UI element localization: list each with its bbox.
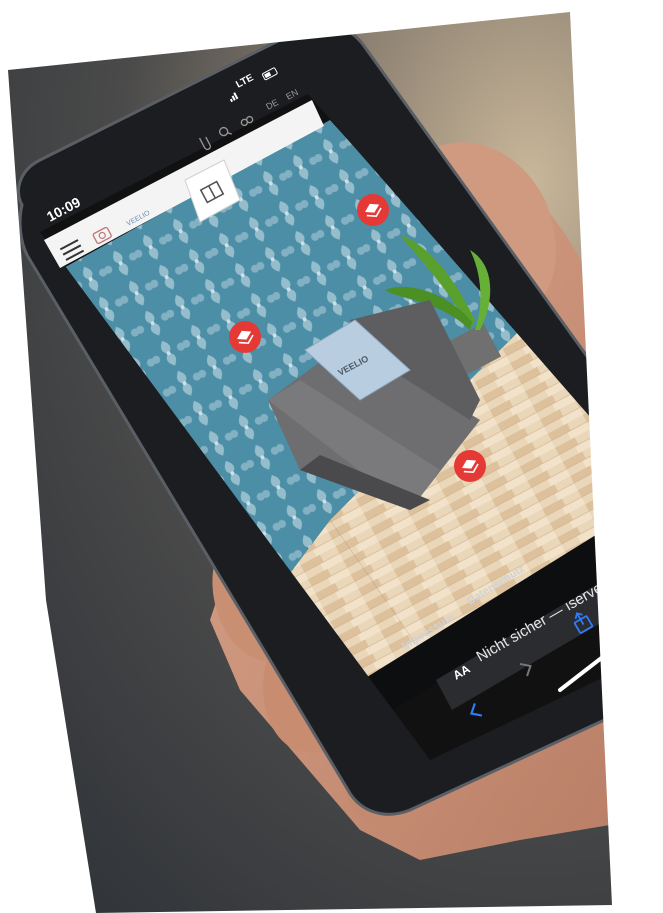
hotspot-button[interactable] — [357, 194, 389, 226]
hotspot-button[interactable] — [229, 321, 261, 353]
hotspot-button[interactable] — [454, 450, 486, 482]
phone-scene: VEELIO 10:09 LTE DE EN VEELIO Impressum … — [0, 0, 663, 913]
photo: VEELIO 10:09 LTE DE EN VEELIO Impressum … — [0, 0, 663, 913]
